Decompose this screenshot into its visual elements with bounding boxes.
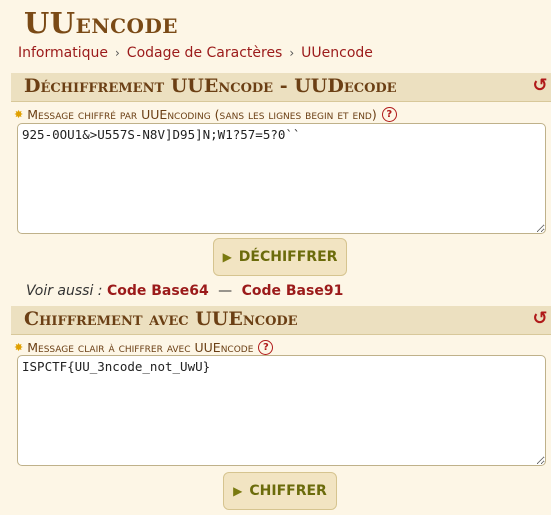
see-also-dash: —: [218, 283, 233, 299]
encode-input[interactable]: ISPCTF{UU_3ncode_not_UwU}: [17, 355, 546, 466]
encode-section-title: Chiffrement avec UUEncode: [24, 308, 298, 330]
encode-field-label: ✸ Message clair à chiffrer avec UUEncode…: [14, 340, 274, 355]
encode-section-header: Chiffrement avec UUEncode ↺: [11, 306, 551, 335]
decode-label-text: Message chiffré par UUEncoding (sans les…: [27, 107, 377, 122]
decipher-button-label: DÉCHIFFRER: [238, 249, 338, 265]
reset-icon[interactable]: ↺: [531, 308, 549, 330]
link-base91[interactable]: Code Base91: [242, 283, 344, 299]
decode-section-title: Déchiffrement UUEncode - UUDecode: [24, 75, 397, 97]
breadcrumb-separator: ›: [114, 46, 120, 60]
help-icon[interactable]: ?: [381, 107, 397, 122]
link-base64[interactable]: Code Base64: [107, 283, 209, 299]
encode-label-text: Message clair à chiffrer avec UUEncode: [27, 340, 254, 355]
decode-field-label: ✸ Message chiffré par UUEncoding (sans l…: [14, 107, 397, 122]
breadcrumb-codage[interactable]: Codage de Caractères: [127, 45, 283, 61]
cipher-button-label: CHIFFRER: [249, 483, 327, 499]
star-icon: ✸: [14, 108, 24, 121]
play-icon: ▶: [233, 484, 243, 498]
page: { "page": { "title": "UUencode" }, "brea…: [0, 0, 551, 515]
breadcrumb-separator: ›: [289, 46, 295, 60]
see-also-lead: Voir aussi :: [26, 283, 103, 299]
breadcrumb: Informatique › Codage de Caractères › UU…: [18, 45, 373, 61]
reset-icon[interactable]: ↺: [531, 75, 549, 97]
cipher-button[interactable]: ▶ CHIFFRER: [223, 472, 337, 510]
decipher-button[interactable]: ▶ DÉCHIFFRER: [213, 238, 347, 276]
star-icon: ✸: [14, 341, 24, 354]
decode-section-header: Déchiffrement UUEncode - UUDecode ↺: [11, 73, 551, 102]
help-icon[interactable]: ?: [258, 340, 274, 355]
see-also: Voir aussi : Code Base64 — Code Base91: [26, 283, 343, 299]
breadcrumb-informatique[interactable]: Informatique: [18, 45, 108, 61]
play-icon: ▶: [222, 250, 232, 264]
breadcrumb-uuencode[interactable]: UUencode: [301, 45, 373, 61]
page-title: UUencode: [24, 6, 179, 40]
decode-input[interactable]: 925-0OU1&>U557S-N8V]D95]N;W1?57=5?0``: [17, 123, 546, 234]
